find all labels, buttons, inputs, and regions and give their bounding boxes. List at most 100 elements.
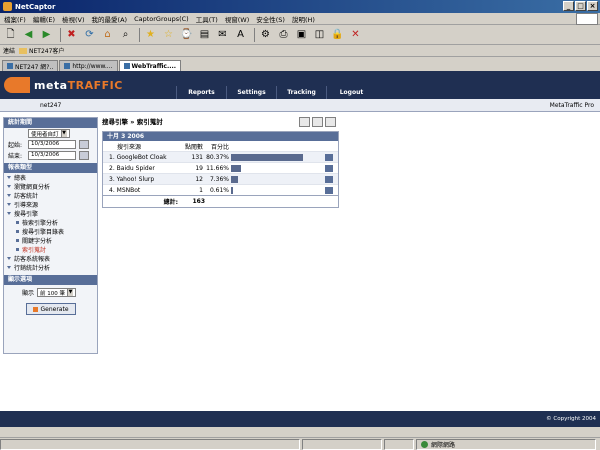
font-size-icon[interactable]: A xyxy=(233,27,248,42)
period-select-value: 使用者自訂 xyxy=(31,131,59,138)
status-zone: 網際網路 xyxy=(416,438,596,450)
nav-search-engines[interactable]: 搜尋引擎 xyxy=(4,209,97,218)
menu-favorites[interactable]: 我的最愛(A) xyxy=(92,14,128,24)
end-date-input[interactable]: 10/3/2006 xyxy=(28,151,76,160)
refresh-icon[interactable]: ⟳ xyxy=(82,27,97,42)
search-icon[interactable]: ⌕ xyxy=(118,27,133,42)
status-text xyxy=(0,438,300,450)
app-footer: © Copyright 2004 xyxy=(0,411,600,427)
bullet-icon xyxy=(16,221,19,224)
nav-label: 總表 xyxy=(14,175,27,182)
calendar-icon[interactable] xyxy=(79,140,89,149)
nav-engine-analysis[interactable]: 檢索引擎分析 xyxy=(4,218,97,227)
window-icon[interactable]: ▣ xyxy=(294,27,309,42)
copyright: © Copyright 2004 xyxy=(546,416,596,422)
generate-button[interactable]: Generate xyxy=(26,303,76,315)
period-select[interactable]: 使用者自訂 ▼ xyxy=(28,129,70,138)
page-icon xyxy=(7,63,13,69)
start-date-input[interactable]: 10/3/2006 xyxy=(28,140,76,149)
nav-label: 關鍵字分析 xyxy=(22,238,53,245)
nav-referrers[interactable]: 引導來源 xyxy=(4,200,97,209)
menu-view[interactable]: 檢視(V) xyxy=(62,14,85,24)
menu-file[interactable]: 檔案(F) xyxy=(4,14,26,24)
favorites-star-icon[interactable]: ★ xyxy=(143,27,158,42)
tools-icon[interactable]: ⚙ xyxy=(258,27,273,42)
forward-icon[interactable]: ▶ xyxy=(39,27,54,42)
history-icon[interactable]: ⌚ xyxy=(179,27,194,42)
mail-icon[interactable]: ✉ xyxy=(215,27,230,42)
main-nav: Reports Settings Tracking Logout xyxy=(176,86,376,99)
close-window-button[interactable]: × xyxy=(587,1,598,11)
row-rank: 1. xyxy=(109,153,115,161)
col-hits: 點閱數 xyxy=(184,143,203,151)
nav-visitor-systems[interactable]: 訪客系統報表 xyxy=(4,254,97,263)
nav-pageviews[interactable]: 瀏覽網頁分析 xyxy=(4,182,97,191)
row-rank: 3. xyxy=(109,175,115,183)
nav-engine-directory[interactable]: 搜尋引擎目錄表 xyxy=(4,227,97,236)
minimize-button[interactable]: _ xyxy=(563,1,574,11)
menu-window[interactable]: 視窗(W) xyxy=(225,14,250,24)
nav-visitors[interactable]: 訪客統計 xyxy=(4,191,97,200)
nav-index-spiders[interactable]: 索引蒐討 xyxy=(4,245,97,254)
row-hits: 131 xyxy=(191,153,203,161)
toolbar: 🗋 ◀ ▶ ✖ ⟳ ⌂ ⌕ ★ ☆ ⌚ ▤ ✉ A ⚙ ⎙ ▣ ◫ 🔒 ✕ xyxy=(0,25,600,45)
start-date-label: 起始: xyxy=(8,142,23,149)
nav-label: 引導來源 xyxy=(14,202,39,209)
triangle-icon xyxy=(7,194,11,197)
menu-captorgroups[interactable]: CaptorGroups(C) xyxy=(134,15,189,23)
email-report-icon[interactable] xyxy=(325,117,336,127)
lock-icon[interactable]: 🔒 xyxy=(330,27,345,42)
print-icon[interactable]: ⎙ xyxy=(276,27,291,42)
nav-summary[interactable]: 總表 xyxy=(4,173,97,182)
report-table: 十月 3 2006 搜引來源 點閱數 百分比 1. GoogleBot Cloa… xyxy=(102,131,339,208)
menu-security[interactable]: 安全性(S) xyxy=(256,14,285,24)
layout-icon[interactable]: ▤ xyxy=(197,27,212,42)
logo-traffic-text: TRAFFIC xyxy=(67,78,123,92)
row-bar xyxy=(231,186,233,194)
end-date-row: 結束: 10/3/2006 xyxy=(4,150,97,161)
table-row: 4. MSNBot 1 0.61% xyxy=(103,184,338,195)
detail-icon[interactable] xyxy=(325,164,333,172)
display-header: 顯示選項 xyxy=(4,275,97,285)
add-favorite-icon[interactable]: ☆ xyxy=(161,27,176,42)
toolbar-separator xyxy=(139,27,140,42)
new-page-icon[interactable]: 🗋 xyxy=(3,27,18,42)
tab-net247[interactable]: NET247 網?.. xyxy=(2,60,59,71)
page-viewport: meta TRAFFIC Reports Settings Tracking L… xyxy=(0,71,600,427)
nav-keywords[interactable]: 關鍵字分析 xyxy=(4,236,97,245)
stop-icon[interactable]: ✖ xyxy=(64,27,79,42)
nav-reports[interactable]: Reports xyxy=(176,86,226,99)
nav-settings[interactable]: Settings xyxy=(226,86,276,99)
tab-webtraffic[interactable]: WebTraffic.... xyxy=(118,60,182,71)
menu-tools[interactable]: 工具(T) xyxy=(196,14,218,24)
calendar-icon[interactable] xyxy=(79,151,89,160)
links-item[interactable]: NET247客户 xyxy=(29,46,64,55)
nav-tracking[interactable]: Tracking xyxy=(276,86,326,99)
nav-logout[interactable]: Logout xyxy=(326,86,376,99)
end-date-label: 結束: xyxy=(8,153,23,160)
detail-icon[interactable] xyxy=(325,186,333,194)
maximize-button[interactable]: □ xyxy=(575,1,586,11)
row-percent: 80.37% xyxy=(206,153,229,161)
print-report-icon[interactable] xyxy=(312,117,323,127)
back-icon[interactable]: ◀ xyxy=(21,27,36,42)
menu-help[interactable]: 說明(H) xyxy=(292,14,315,24)
export-icon[interactable] xyxy=(299,117,310,127)
spider-name: 2. Baidu Spider xyxy=(103,165,173,172)
nav-marketing[interactable]: 行銷統計分析 xyxy=(4,263,97,272)
menu-edit[interactable]: 編輯(E) xyxy=(33,14,55,24)
tile-icon[interactable]: ◫ xyxy=(312,27,327,42)
total-value: 163 xyxy=(192,198,205,205)
nav-label: 瀏覽網頁分析 xyxy=(14,184,51,191)
detail-icon[interactable] xyxy=(325,153,333,161)
home-icon[interactable]: ⌂ xyxy=(100,27,115,42)
status-lock xyxy=(384,438,414,450)
show-count-select[interactable]: 前 100 筆 ▼ xyxy=(37,288,77,297)
row-bar-track xyxy=(231,164,321,172)
total-row: 總計: 163 xyxy=(103,195,338,207)
tab-http[interactable]: http://www.... xyxy=(59,60,118,71)
detail-icon[interactable] xyxy=(325,175,333,183)
row-hits: 1 xyxy=(199,186,203,194)
row-bar-track xyxy=(231,153,321,161)
close-tab-icon[interactable]: ✕ xyxy=(348,27,363,42)
